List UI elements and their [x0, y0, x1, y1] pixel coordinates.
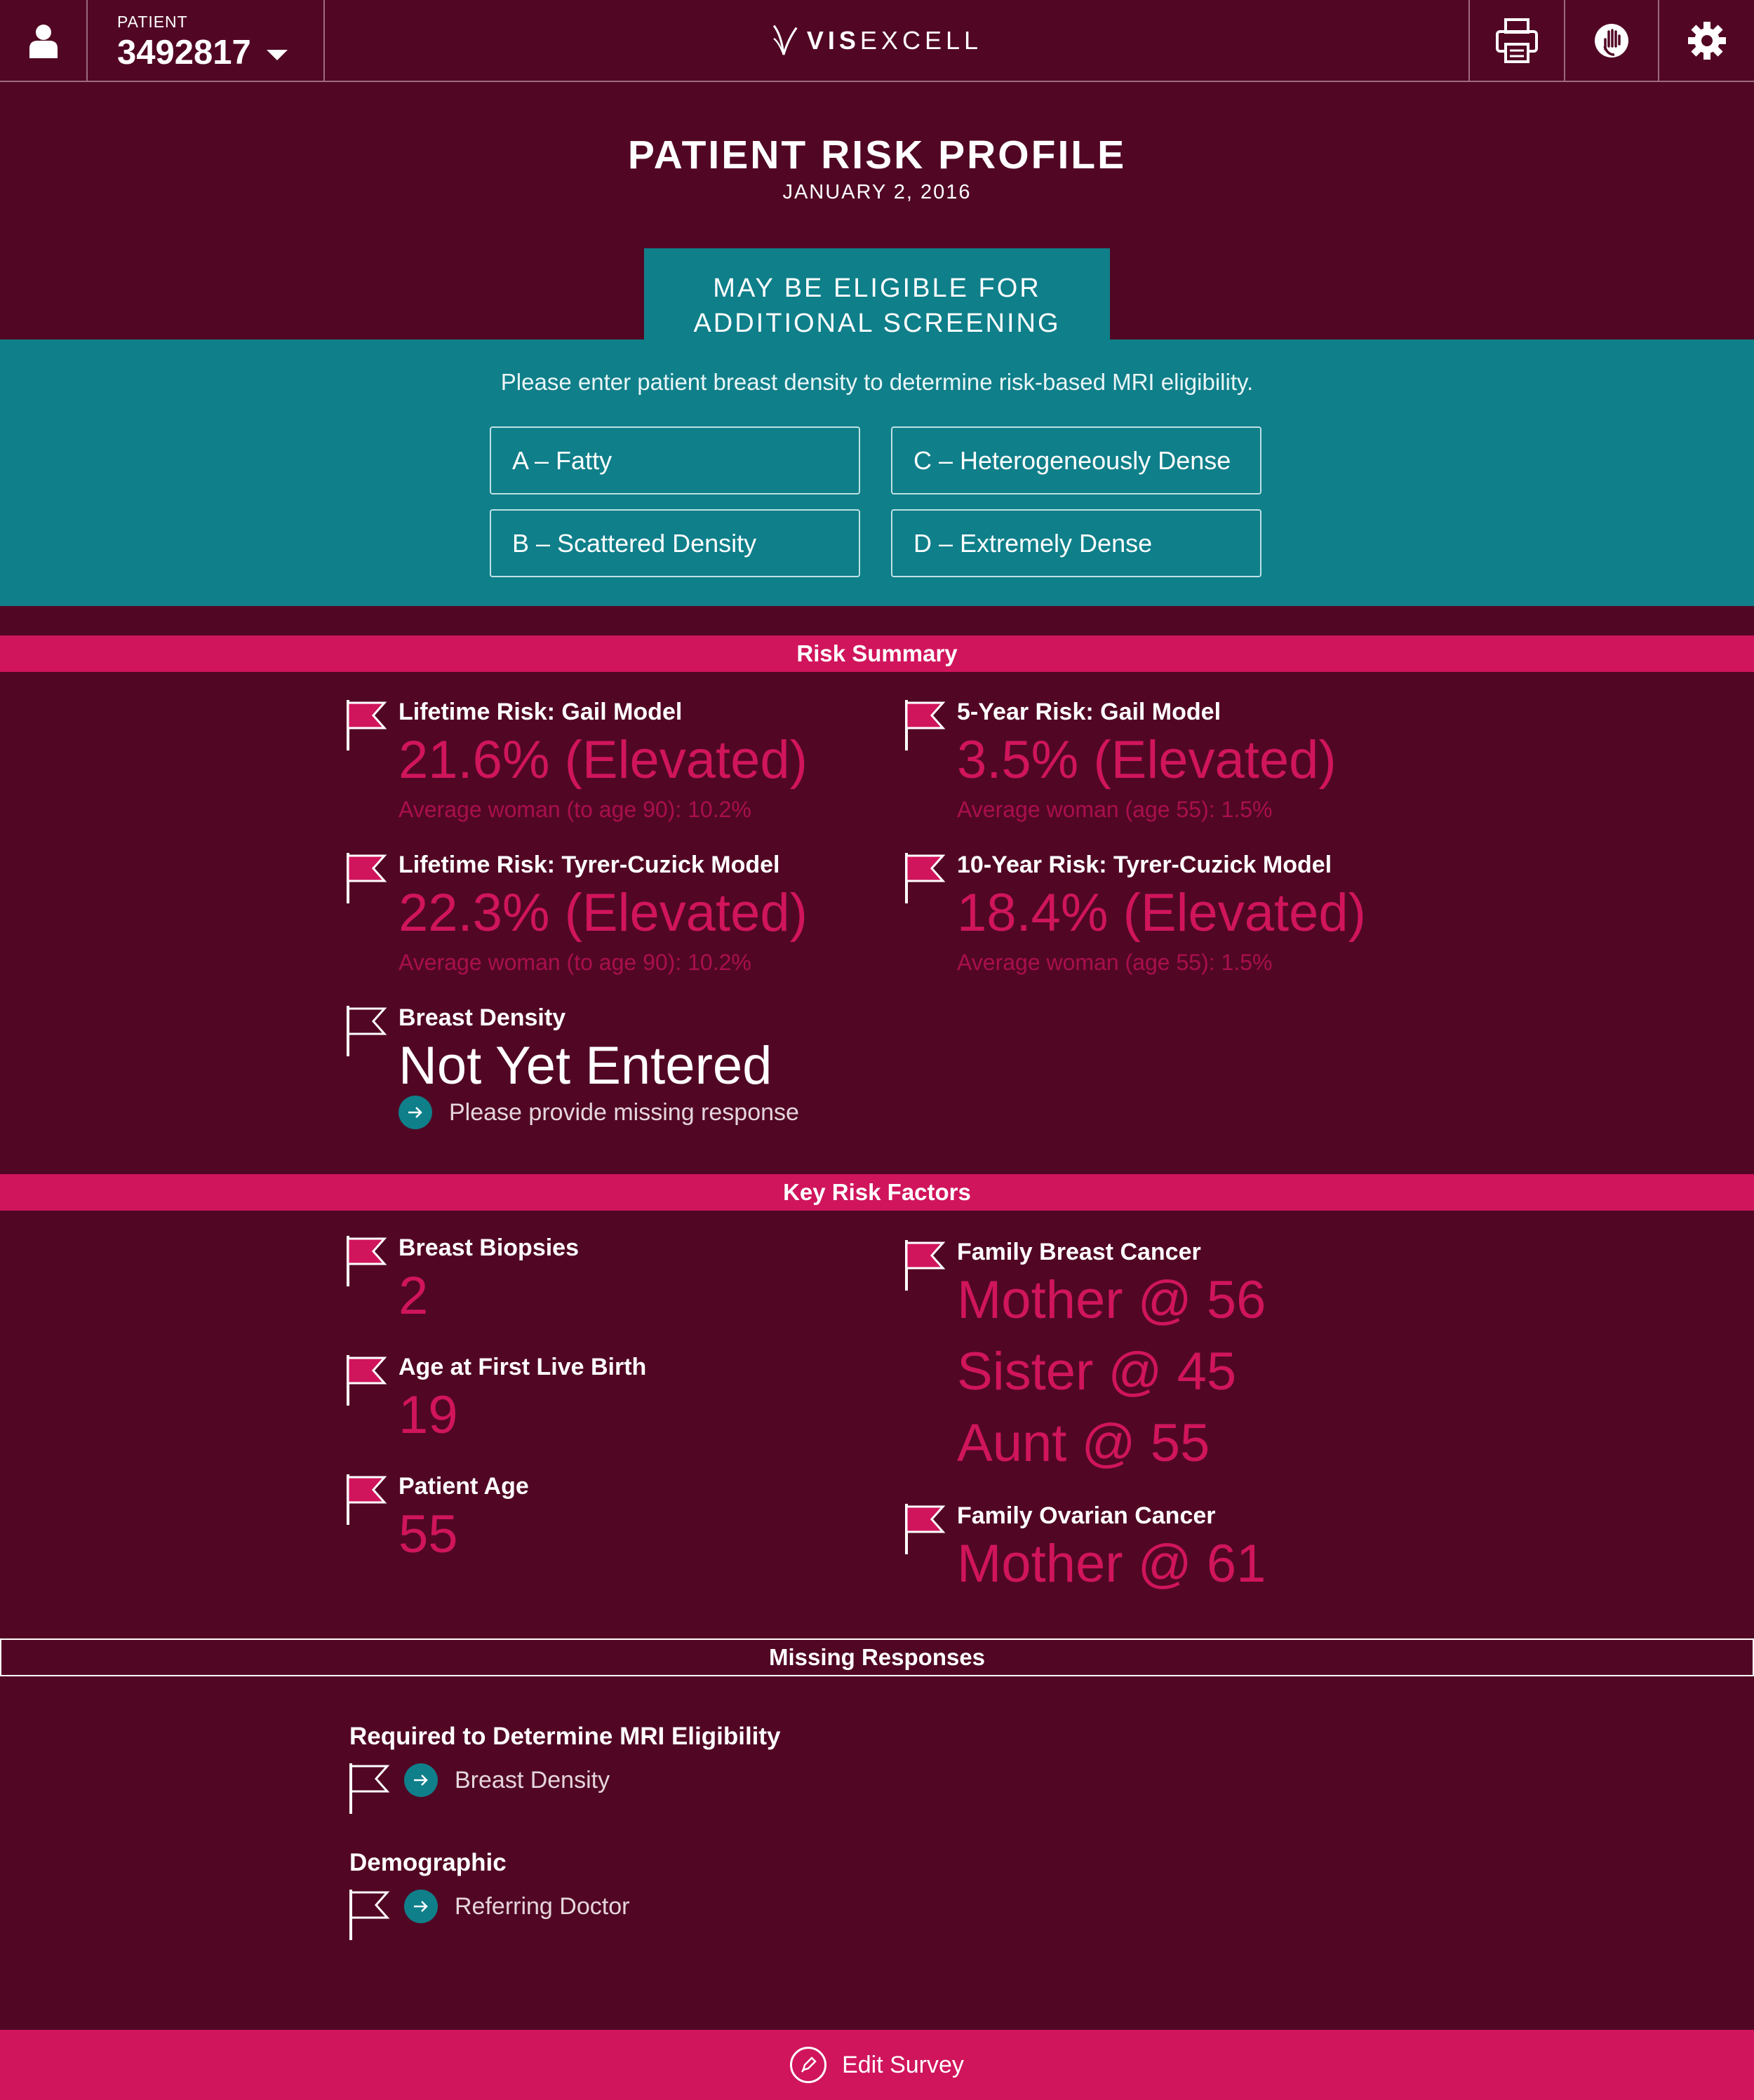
risk-summary-heading: Risk Summary [0, 635, 1754, 672]
missing-breast-density-link[interactable]: Breast Density [404, 1763, 610, 1797]
ten-year-tyrer-label: 10-Year Risk: Tyrer-Cuzick Model [957, 852, 1332, 878]
breast-density-label: Breast Density [399, 1004, 566, 1031]
arrow-right-icon [404, 1890, 438, 1923]
patient-age-label: Patient Age [399, 1473, 529, 1500]
provide-missing-response-text: Please provide missing response [449, 1098, 799, 1126]
key-risk-factors-heading: Key Risk Factors [0, 1174, 1754, 1211]
arrow-right-icon [399, 1096, 432, 1129]
eligibility-line-2: ADDITIONAL SCREENING [693, 309, 1061, 338]
patient-id: 3492817 [117, 34, 251, 72]
family-breast-cancer-value: Sister @ 45 [957, 1342, 1237, 1401]
caret-down-icon [266, 49, 288, 60]
page-title: PATIENT RISK PROFILE [627, 133, 1127, 177]
logo-text: VISEXCELL [807, 26, 982, 55]
flag-icon [905, 1504, 946, 1554]
flag-outline-icon [349, 1890, 390, 1940]
patient-id-row: 3492817 [117, 33, 323, 72]
missing-item-text: Referring Doctor [455, 1892, 630, 1920]
pencil-icon [790, 2047, 827, 2083]
family-ovarian-cancer-label: Family Ovarian Cancer [957, 1502, 1216, 1529]
settings-button[interactable] [1659, 0, 1754, 81]
missing-group-label: Required to Determine MRI Eligibility [349, 1723, 781, 1750]
family-breast-cancer-value: Aunt @ 55 [957, 1413, 1210, 1473]
missing-group-label: Demographic [349, 1849, 507, 1876]
flag-icon [905, 1240, 946, 1291]
user-button[interactable] [0, 0, 88, 81]
density-option-b[interactable]: B – Scattered Density [490, 509, 860, 577]
missing-referring-doctor-link[interactable]: Referring Doctor [404, 1890, 629, 1923]
hand-icon [1595, 23, 1628, 58]
patient-selector[interactable]: PATIENT 3492817 [88, 0, 325, 81]
logo-mark-icon [772, 25, 798, 55]
logo-text-bold: VIS [806, 25, 860, 55]
lifetime-tyrer-label: Lifetime Risk: Tyrer-Cuzick Model [399, 852, 780, 878]
flag-icon [905, 700, 946, 751]
density-option-a[interactable]: A – Fatty [490, 426, 860, 494]
ten-year-tyrer-average: Average woman (age 55): 1.5% [957, 950, 1273, 975]
flag-icon [347, 1474, 387, 1525]
breast-biopsies-value: 2 [399, 1266, 429, 1326]
eligibility-status: MAY BE ELIGIBLE FOR ADDITIONAL SCREENING [644, 248, 1110, 341]
lifetime-gail-average: Average woman (to age 90): 10.2% [399, 797, 751, 822]
flag-icon [905, 853, 946, 903]
flag-outline-icon [347, 1006, 387, 1056]
provide-missing-response-link[interactable]: Please provide missing response [399, 1096, 799, 1129]
logo: VISEXCELL [772, 0, 982, 81]
hand-button[interactable] [1565, 0, 1659, 81]
flag-icon [347, 1355, 387, 1406]
missing-responses-heading: Missing Responses [0, 1638, 1754, 1676]
five-year-gail-label: 5-Year Risk: Gail Model [957, 699, 1221, 725]
flag-outline-icon [349, 1763, 390, 1814]
first-birth-label: Age at First Live Birth [399, 1354, 647, 1380]
logo-text-rest: EXCELL [859, 25, 982, 55]
lifetime-gail-value: 21.6% (Elevated) [399, 730, 808, 790]
eligibility-prompt: Please enter patient breast density to d… [500, 369, 1254, 395]
family-breast-cancer-value: Mother @ 56 [957, 1270, 1266, 1330]
gear-icon [1687, 21, 1726, 60]
five-year-gail-average: Average woman (age 55): 1.5% [957, 797, 1273, 822]
breast-density-value: Not Yet Entered [399, 1036, 772, 1096]
printer-icon [1496, 18, 1538, 63]
arrow-right-icon [404, 1763, 438, 1797]
flag-icon [347, 853, 387, 903]
five-year-gail-value: 3.5% (Elevated) [957, 730, 1337, 790]
patient-age-value: 55 [399, 1505, 458, 1564]
print-button[interactable] [1468, 0, 1565, 81]
ten-year-tyrer-value: 18.4% (Elevated) [957, 883, 1366, 943]
family-ovarian-cancer-value: Mother @ 61 [957, 1534, 1266, 1594]
edit-survey-label: Edit Survey [842, 2051, 964, 2078]
first-birth-value: 19 [399, 1385, 458, 1445]
edit-survey-button[interactable]: Edit Survey [0, 2030, 1754, 2100]
density-option-c[interactable]: C – Heterogeneously Dense [891, 426, 1261, 494]
missing-item-text: Breast Density [455, 1766, 610, 1793]
flag-icon [347, 700, 387, 751]
lifetime-gail-label: Lifetime Risk: Gail Model [399, 699, 683, 725]
top-bar: PATIENT 3492817 VISEXCELL [0, 0, 1754, 82]
user-icon [29, 24, 58, 58]
patient-label: PATIENT [117, 13, 188, 31]
flag-icon [347, 1236, 387, 1286]
lifetime-tyrer-average: Average woman (to age 90): 10.2% [399, 950, 751, 975]
breast-biopsies-label: Breast Biopsies [399, 1234, 579, 1261]
lifetime-tyrer-value: 22.3% (Elevated) [399, 883, 808, 943]
family-breast-cancer-label: Family Breast Cancer [957, 1239, 1201, 1265]
page-date: JANUARY 2, 2016 [782, 181, 972, 203]
eligibility-line-1: MAY BE ELIGIBLE FOR [713, 274, 1041, 303]
density-option-d[interactable]: D – Extremely Dense [891, 509, 1261, 577]
